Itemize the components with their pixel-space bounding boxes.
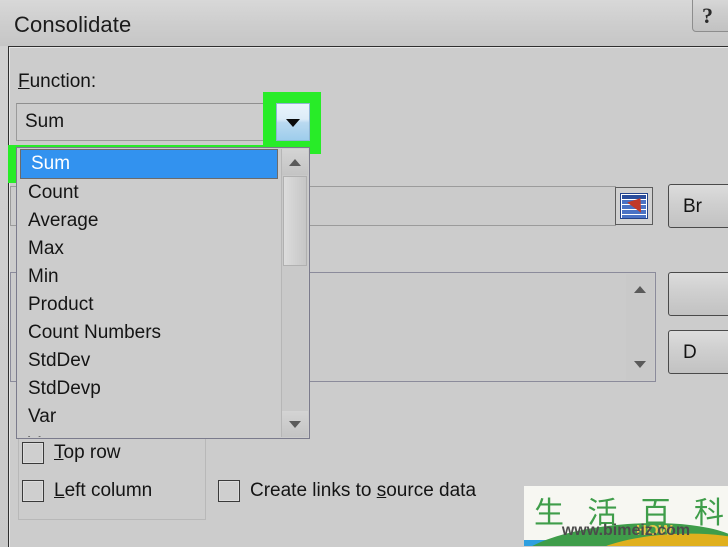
triangle-up-icon[interactable] [634,286,646,293]
function-label: Function: [18,71,96,93]
delete-button-label: D [683,342,697,364]
checkbox-box-create-links[interactable] [218,480,240,502]
range-picker-button[interactable] [615,187,653,225]
dropdown-item-varp[interactable]: Varp [18,431,282,437]
delete-button[interactable]: D [668,330,728,374]
browse-button[interactable]: Br [668,184,728,228]
checkbox-box-left-column[interactable] [22,480,44,502]
chevron-down-icon [286,119,300,127]
dropdown-item-count-numbers[interactable]: Count Numbers [18,319,282,347]
dropdown-scroll-down-button[interactable] [282,411,308,437]
range-selector-icon [620,193,648,219]
all-references-scrollbar[interactable] [626,274,654,380]
watermark: 生 活 百 科 HOW www.bimeiz.com [524,486,728,546]
checkbox-label-top-row: Top row [54,440,121,466]
question-mark-icon: ? [702,3,713,29]
checkbox-top-row[interactable]: Top row [22,440,192,466]
checkbox-left-column[interactable]: Left column [22,478,192,504]
dropdown-items-container: Sum Count Average Max Min Product Count … [18,149,282,437]
add-button[interactable] [668,272,728,316]
help-button[interactable]: ? [692,0,728,32]
checkbox-label-left-column: Left column [54,478,152,504]
triangle-down-icon[interactable] [634,361,646,368]
function-label-rest: unction: [30,71,97,92]
dropdown-scrollbar[interactable] [281,149,308,437]
function-combobox[interactable]: Sum [16,103,276,141]
dropdown-scroll-up-button[interactable] [282,149,308,175]
checkbox-create-links[interactable]: Create links to source data [218,478,538,504]
dropdown-item-var[interactable]: Var [18,403,282,431]
dropdown-scrollbar-thumb[interactable] [283,176,307,266]
dropdown-item-stddevp[interactable]: StdDevp [18,375,282,403]
dropdown-item-average[interactable]: Average [18,207,282,235]
checkbox-label-create-links: Create links to source data [250,478,476,504]
dialog-titlebar: Consolidate ? [0,0,728,46]
dropdown-item-product[interactable]: Product [18,291,282,319]
function-label-accelerator: F [18,71,30,92]
function-dropdown-list[interactable]: Sum Count Average Max Min Product Count … [16,147,310,439]
triangle-up-icon [289,159,301,166]
function-combobox-value: Sum [25,111,64,133]
dropdown-item-stddev[interactable]: StdDev [18,347,282,375]
dropdown-item-sum[interactable]: Sum [20,149,278,179]
dropdown-arrow-button[interactable] [276,103,310,141]
browse-button-label: Br [683,196,702,218]
dialog-title: Consolidate [14,12,131,38]
dropdown-item-min[interactable]: Min [18,263,282,291]
triangle-down-icon [289,421,301,428]
consolidate-dialog: Consolidate ? Function: Br [0,0,728,546]
dropdown-item-count[interactable]: Count [18,179,282,207]
checkbox-box-top-row[interactable] [22,442,44,464]
watermark-url: www.bimeiz.com [524,522,728,540]
dropdown-item-max[interactable]: Max [18,235,282,263]
